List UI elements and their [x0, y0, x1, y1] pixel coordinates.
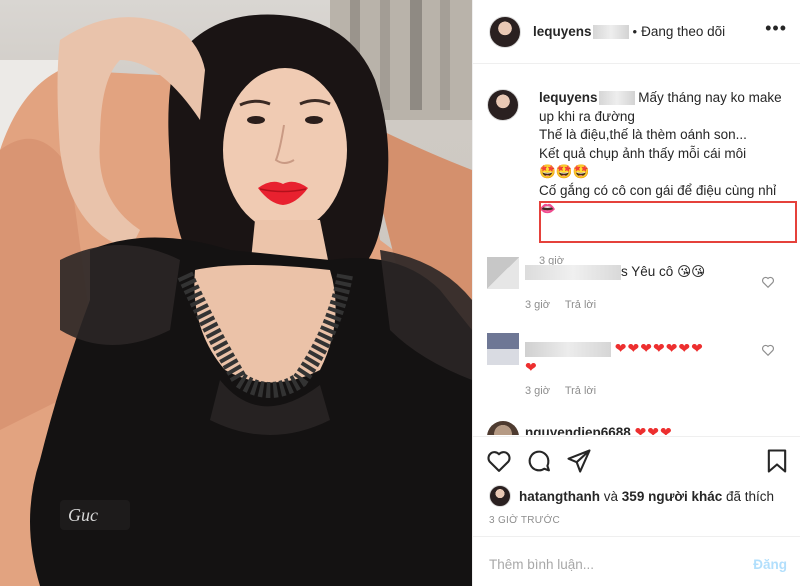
commenter-avatar[interactable] — [487, 421, 519, 435]
post-comment-button[interactable]: Đăng — [753, 557, 787, 572]
commenter-username[interactable]: nguyendiep6688 — [525, 425, 631, 435]
caption-line-3: Kết quả chụp ảnh thấy mỗi cái môi — [539, 145, 747, 161]
likes-others[interactable]: 359 người khác — [622, 489, 722, 504]
caption-username[interactable]: lequyens — [539, 90, 635, 106]
reply-button[interactable]: Trả lời — [565, 385, 596, 397]
kiss-emoji: 😘😘 — [677, 264, 706, 279]
photo-illustration: Guc — [0, 0, 472, 586]
comment-text: nguyendiep6688 ❤❤❤ — [525, 423, 765, 435]
comments-list: lequyens Mấy tháng nay ko make up khi ra… — [473, 65, 800, 435]
comment-input[interactable]: Thêm bình luận... — [489, 557, 594, 572]
blurred-username-part — [592, 25, 629, 40]
liker-username[interactable]: hatangthanh — [519, 489, 600, 504]
post-timestamp[interactable]: 3 GIỜ TRƯỚC — [489, 515, 560, 526]
caption-highlight-text: Cố gắng có cô con gái để điệu cùng nhỉ — [539, 182, 777, 198]
comment-text: ❤❤❤❤❤❤❤ ❤ — [525, 339, 765, 377]
likes-suffix: đã thích — [725, 488, 775, 504]
post-photo[interactable]: Guc — [0, 0, 472, 586]
comment-time[interactable]: 3 giờ — [525, 299, 550, 311]
caption-author-avatar[interactable] — [487, 89, 519, 121]
comment-body: s Yêu cô — [621, 264, 674, 279]
author-username[interactable]: lequyens — [533, 24, 629, 40]
commenter-avatar[interactable] — [487, 333, 519, 365]
liker-avatar[interactable] — [489, 485, 511, 507]
comment-like-icon[interactable] — [761, 275, 775, 289]
hearts-emoji: ❤❤❤ — [634, 424, 673, 435]
blurred-username — [525, 341, 611, 357]
following-status[interactable]: Đang theo dõi — [641, 24, 725, 39]
highlight-box — [539, 201, 797, 243]
comment-meta: 3 giờ Trả lời — [525, 385, 608, 397]
author-username-text[interactable]: lequyens — [533, 24, 592, 39]
action-icons-row — [485, 447, 795, 477]
separator-dot: • — [632, 24, 638, 39]
heart-icon[interactable] — [485, 447, 513, 475]
caption-username-text[interactable]: lequyens — [539, 90, 598, 105]
likes-connector: và — [603, 488, 619, 504]
post-header: lequyens • Đang theo dõi ••• — [473, 0, 800, 64]
hearts-emoji-2: ❤ — [525, 359, 538, 375]
hearts-emoji: ❤❤❤❤❤❤❤ — [614, 340, 704, 356]
blurred-username — [525, 264, 621, 280]
author-avatar[interactable] — [489, 15, 521, 48]
caption-line-2: Thế là điệu,thế là thèm oánh son... — [539, 127, 747, 142]
caption-line-3-emoji: 🤩🤩🤩 — [539, 164, 590, 179]
blurred-username-part — [598, 91, 635, 106]
more-horizontal-icon[interactable]: ••• — [765, 19, 787, 37]
bookmark-icon[interactable] — [763, 447, 791, 475]
comment-meta: 3 giờ Trả lời — [525, 299, 608, 311]
svg-text:Guc: Guc — [68, 505, 98, 525]
likes-summary: hatangthanh và 359 người khác đã thích — [489, 485, 774, 507]
commenter-avatar[interactable] — [487, 257, 519, 289]
caption-text: lequyens Mấy tháng nay ko make up khi ra… — [539, 89, 789, 219]
post-side-panel: lequyens • Đang theo dõi ••• lequyens Mấ… — [472, 0, 800, 586]
send-icon[interactable] — [565, 447, 593, 475]
add-comment-bar: Thêm bình luận... Đăng — [473, 536, 800, 586]
reply-button[interactable]: Trả lời — [565, 299, 596, 311]
comment-text: s Yêu cô 😘😘 — [525, 263, 765, 281]
comment-time[interactable]: 3 giờ — [525, 385, 550, 397]
comment-like-icon[interactable] — [761, 343, 775, 357]
comment-icon[interactable] — [525, 447, 553, 475]
